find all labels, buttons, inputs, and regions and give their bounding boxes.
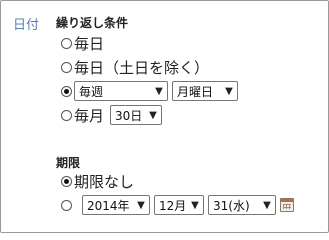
radio-deadline-date[interactable]: [61, 199, 72, 211]
monthly-day-value: 30日: [115, 108, 143, 123]
radio-weekdays[interactable]: [61, 61, 72, 73]
monthly-day-select[interactable]: 30日 ▼: [110, 105, 163, 125]
radio-monthly[interactable]: [61, 109, 72, 121]
deadline-month-select[interactable]: 12月 ▼: [154, 195, 204, 215]
chevron-down-icon: ▼: [263, 199, 271, 211]
weekly-period-value: 毎週: [79, 84, 104, 99]
chevron-down-icon: ▼: [149, 109, 157, 121]
chevron-down-icon: ▼: [191, 199, 199, 211]
deadline-option-none[interactable]: 期限なし: [61, 170, 134, 192]
weekly-period-select[interactable]: 毎週 ▼: [74, 81, 168, 101]
chevron-down-icon: ▼: [137, 199, 145, 211]
deadline-year-value: 2014年: [87, 198, 130, 213]
recurrence-panel: 日付 繰り返し条件 毎日 毎日（土日を除く） 毎週 ▼ 月曜日 ▼ 毎月 30日…: [0, 0, 329, 233]
deadline-month-value: 12月: [159, 198, 187, 213]
repeat-option-monthly[interactable]: 毎月 30日 ▼: [61, 104, 166, 126]
radio-daily[interactable]: [61, 37, 72, 49]
deadline-option-date[interactable]: 2014年 ▼ 12月 ▼ 31(水) ▼: [61, 194, 294, 216]
weekday-value: 月曜日: [177, 84, 214, 99]
repeat-option-weekdays[interactable]: 毎日（土日を除く）: [61, 56, 209, 78]
deadline-option-none-label: 期限なし: [74, 172, 135, 191]
repeat-option-daily[interactable]: 毎日: [61, 32, 104, 54]
chevron-down-icon: ▼: [225, 85, 233, 97]
chevron-down-icon: ▼: [155, 85, 163, 97]
weekday-select[interactable]: 月曜日 ▼: [172, 81, 238, 101]
deadline-day-select[interactable]: 31(水) ▼: [208, 195, 276, 215]
repeat-section-title: 繰り返し条件: [56, 16, 129, 30]
radio-weekly[interactable]: [61, 85, 72, 97]
repeat-option-daily-label: 毎日: [74, 34, 105, 53]
deadline-year-select[interactable]: 2014年 ▼: [82, 195, 150, 215]
field-label-date: 日付: [13, 18, 40, 33]
repeat-option-monthly-label: 毎月: [74, 106, 105, 125]
radio-no-deadline[interactable]: [61, 175, 72, 187]
repeat-option-weekly[interactable]: 毎週 ▼ 月曜日 ▼: [61, 80, 242, 102]
repeat-option-weekdays-label: 毎日（土日を除く）: [74, 58, 210, 77]
calendar-icon[interactable]: [280, 198, 294, 212]
deadline-section-title: 期限: [56, 156, 81, 170]
deadline-day-value: 31(水): [213, 198, 250, 213]
